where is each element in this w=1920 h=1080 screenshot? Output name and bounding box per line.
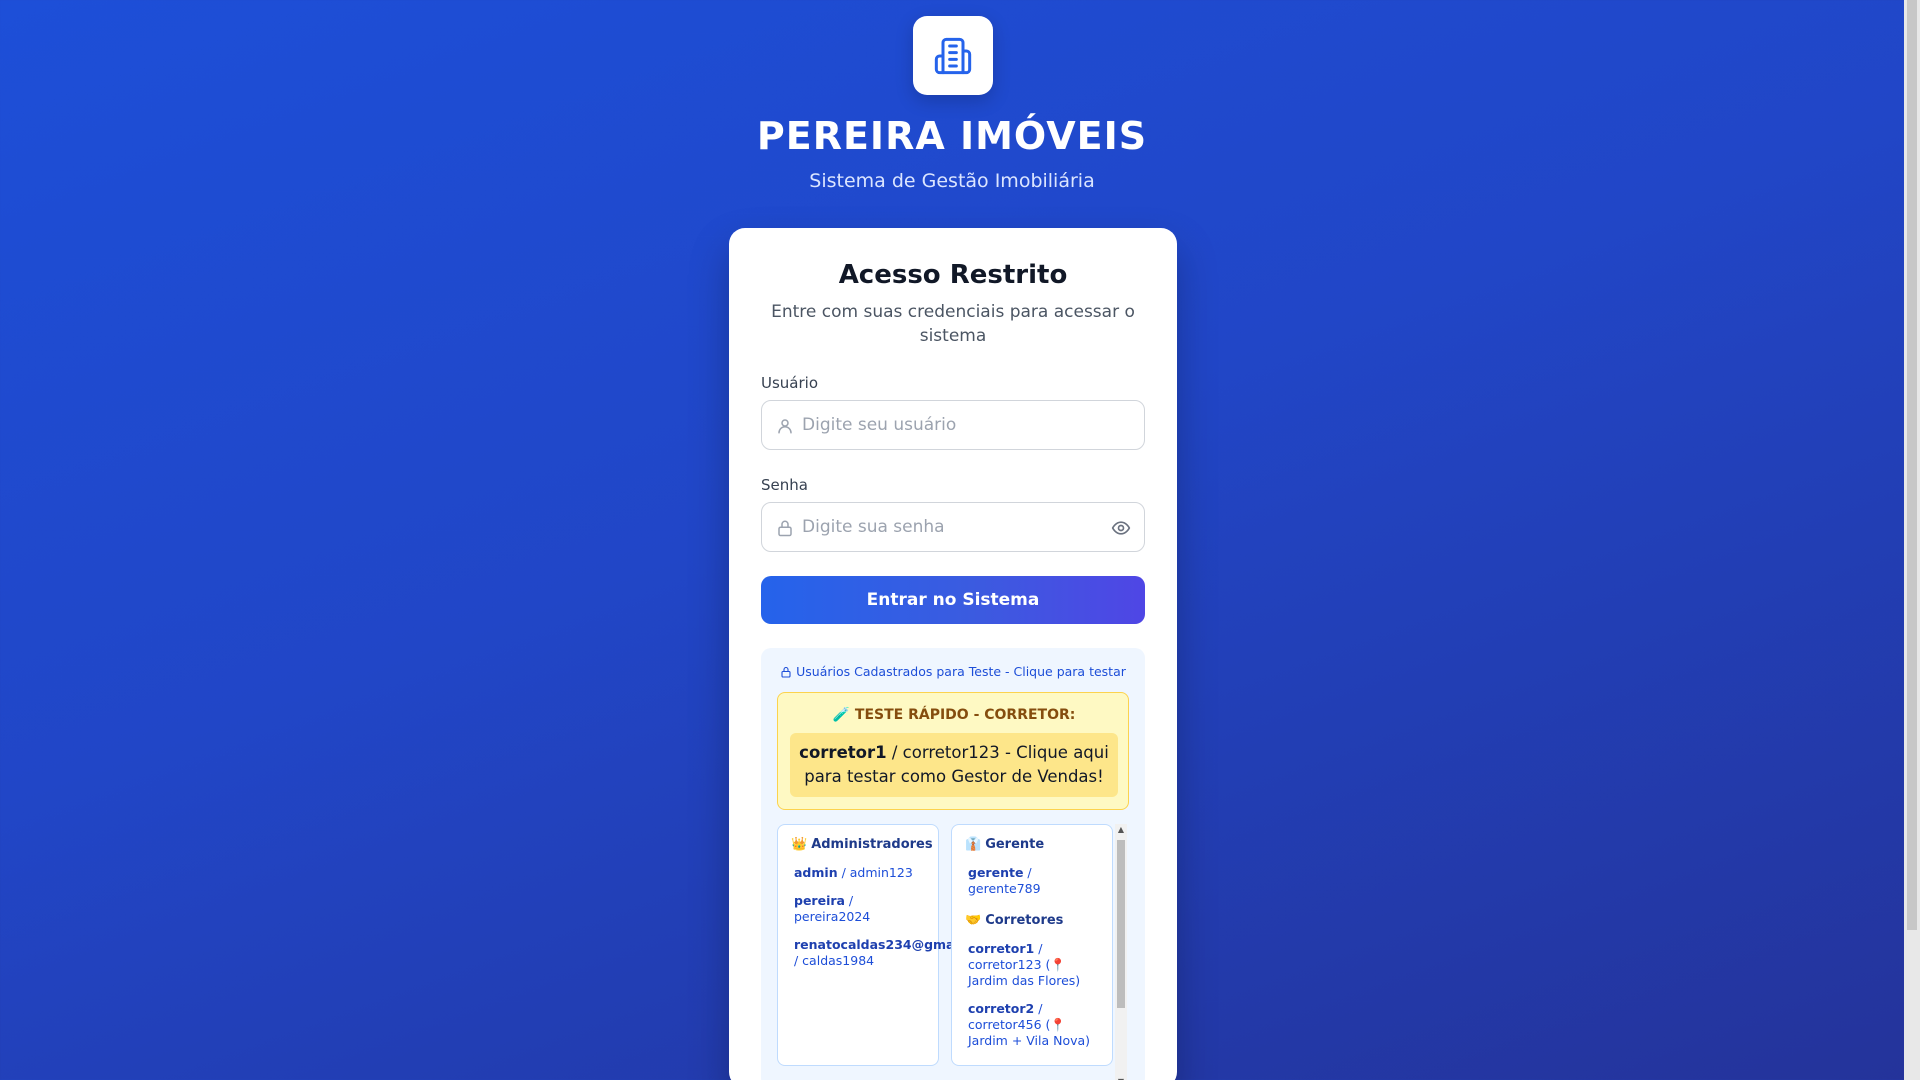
- username-field-wrapper: [761, 400, 1145, 450]
- username-input[interactable]: [802, 401, 1102, 449]
- cred-user: corretor2: [968, 1001, 1035, 1016]
- cred-corretor1[interactable]: corretor1 / corretor123 (📍 Jardim das Fl…: [968, 941, 1131, 989]
- test-users-header: Usuários Cadastrados para Teste - Clique…: [761, 664, 1145, 679]
- login-subtitle: Entre com suas credenciais para acessar …: [771, 302, 1135, 346]
- cred-pereira[interactable]: pereira / pereira2024: [794, 893, 974, 925]
- cred-user: pereira: [794, 893, 845, 908]
- test-users-panel: Usuários Cadastrados para Teste - Clique…: [761, 648, 1145, 1080]
- scroll-down-arrow-icon[interactable]: ▼: [1115, 1076, 1127, 1080]
- login-title: Acesso Restrito: [838, 260, 1068, 290]
- cred-gerente[interactable]: gerente / gerente789: [968, 865, 1131, 897]
- password-field-wrapper: [761, 502, 1145, 552]
- staff-card: 👔 Gerente gerente / gerente789 🤝 Corretore…: [951, 824, 1113, 1066]
- test-users-scrollbar[interactable]: ▲ ▼: [1115, 824, 1127, 1080]
- cred-admin[interactable]: admin / admin123: [794, 865, 974, 881]
- admins-title: Administradores: [811, 837, 933, 852]
- cred-pass: / admin123: [837, 865, 913, 880]
- manager-heading: 👔 Gerente: [965, 837, 1044, 852]
- scrollbar-thumb[interactable]: [1117, 840, 1125, 1008]
- show-password-icon[interactable]: [1110, 518, 1132, 538]
- admins-card: 👑 Administradores admin / admin123 pereir…: [777, 824, 997, 1066]
- username-label: Usuário: [761, 374, 819, 392]
- cred-pass: / caldas1984: [794, 953, 875, 968]
- password-input[interactable]: [802, 503, 1102, 551]
- cred-user: admin: [794, 865, 838, 880]
- user-icon: [778, 419, 792, 434]
- password-label: Senha: [761, 476, 808, 494]
- crown-icon: 👑: [791, 837, 808, 852]
- small-lock-icon: [781, 666, 791, 678]
- brokers-heading: 🤝 Corretores: [965, 913, 1063, 928]
- brand-title: PEREIRA IMÓVEIS: [756, 114, 1148, 158]
- login-button[interactable]: Entrar no Sistema: [761, 576, 1145, 624]
- test-users-list[interactable]: 👑 Administradores admin / admin123 pereir…: [777, 824, 1131, 1080]
- lock-icon: [778, 520, 792, 537]
- handshake-icon: 🤝: [965, 913, 982, 928]
- building-icon: [934, 37, 972, 74]
- quick-test-title: 🧪 TESTE RÁPIDO - CORRETOR:: [832, 707, 1076, 723]
- tie-icon: 👔: [965, 837, 982, 852]
- logo: [913, 16, 993, 95]
- quick-test-user: corretor1: [799, 743, 887, 762]
- cred-renatocaldas[interactable]: renatocaldas234@gmail.com / caldas1984: [794, 937, 997, 969]
- cred-user: gerente: [968, 865, 1024, 880]
- quick-test-box: 🧪 TESTE RÁPIDO - CORRETOR: corretor1 / c…: [777, 692, 1129, 810]
- quick-test-corretor-button[interactable]: corretor1 / corretor123 - Clique aqui pa…: [790, 733, 1118, 797]
- brand-subtitle: Sistema de Gestão Imobiliária: [809, 170, 1095, 192]
- manager-title: Gerente: [985, 837, 1045, 852]
- test-users-header-text: Usuários Cadastrados para Teste - Clique…: [796, 664, 1126, 679]
- page-scrollbar-thumb[interactable]: [1907, 0, 1917, 930]
- cred-user: corretor1: [968, 941, 1035, 956]
- cred-corretor2[interactable]: corretor2 / corretor456 (📍 Jardim + Vila…: [968, 1001, 1131, 1049]
- scroll-up-arrow-icon[interactable]: ▲: [1115, 824, 1127, 836]
- login-card: Acesso Restrito Entre com suas credencia…: [729, 228, 1177, 1080]
- page-scrollbar[interactable]: [1904, 0, 1920, 1080]
- admins-heading: 👑 Administradores: [791, 837, 933, 852]
- brokers-title: Corretores: [985, 913, 1064, 928]
